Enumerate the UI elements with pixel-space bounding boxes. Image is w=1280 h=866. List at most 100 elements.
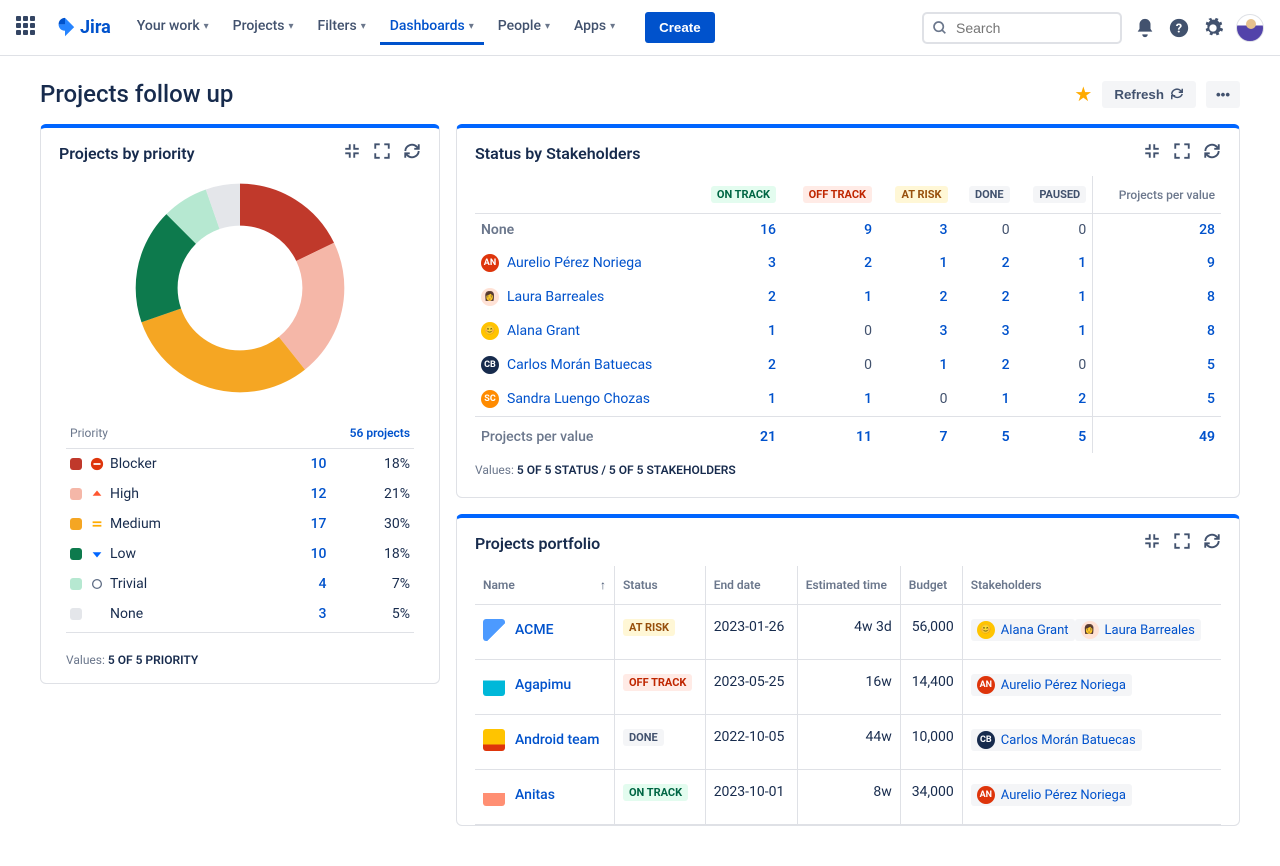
status-value[interactable]: 9 — [782, 214, 878, 247]
nav-item-apps[interactable]: Apps▾ — [564, 10, 625, 45]
project-name[interactable]: Agapimu — [515, 677, 571, 693]
status-value[interactable]: 1 — [1016, 280, 1093, 314]
project-icon — [483, 619, 505, 641]
priority-pct: 7% — [331, 569, 414, 599]
status-value[interactable]: 1 — [878, 348, 953, 382]
status-value[interactable]: 1 — [878, 246, 953, 280]
row-total[interactable]: 8 — [1093, 280, 1221, 314]
priority-count[interactable]: 10 — [272, 449, 331, 480]
status-value[interactable]: 16 — [691, 214, 782, 247]
status-col: ON TRACK — [691, 176, 782, 214]
status-value[interactable]: 3 — [691, 246, 782, 280]
notifications-icon[interactable] — [1134, 17, 1156, 39]
jira-logo[interactable]: Jira — [54, 17, 111, 39]
priority-count[interactable]: 3 — [272, 599, 331, 633]
portfolio-col[interactable]: Estimated time — [797, 566, 900, 605]
status-value[interactable]: 2 — [782, 246, 878, 280]
priority-swatch — [70, 518, 82, 530]
col-count[interactable]: 56 projects — [272, 416, 414, 449]
priority-row: Blocker 10 18% — [66, 449, 414, 480]
project-name[interactable]: Android team — [515, 732, 599, 748]
status-value[interactable]: 1 — [691, 382, 782, 417]
widget-stakeholders-title: Status by Stakeholders — [475, 144, 640, 163]
minimize-icon[interactable] — [1143, 142, 1161, 164]
stakeholders-cell: 😊Alana Grant👩Laura Barreales — [962, 605, 1221, 660]
top-nav: Jira Your work▾Projects▾Filters▾Dashboar… — [0, 0, 1280, 56]
stakeholder-chip[interactable]: 👩Laura Barreales — [1075, 619, 1201, 641]
status-value[interactable]: 2 — [691, 348, 782, 382]
project-name[interactable]: Anitas — [515, 787, 555, 803]
nav-item-your-work[interactable]: Your work▾ — [127, 10, 219, 45]
priority-pct: 30% — [331, 509, 414, 539]
project-icon — [483, 729, 505, 751]
stakeholder-chip[interactable]: ANAurelio Pérez Noriega — [971, 674, 1132, 696]
refresh-widget-icon[interactable] — [403, 142, 421, 164]
portfolio-col[interactable]: Budget — [900, 566, 962, 605]
avatar: 😊 — [977, 621, 995, 639]
row-total[interactable]: 8 — [1093, 314, 1221, 348]
maximize-icon[interactable] — [1173, 532, 1191, 554]
widget-portfolio: Projects portfolio Name↑StatusEnd dateEs… — [456, 514, 1240, 826]
stakeholder-chip[interactable]: 😊Alana Grant — [971, 619, 1075, 641]
status-value[interactable]: 3 — [954, 314, 1016, 348]
refresh-widget-icon[interactable] — [1203, 142, 1221, 164]
status-value[interactable]: 2 — [691, 280, 782, 314]
row-total[interactable]: 5 — [1093, 382, 1221, 417]
portfolio-col[interactable]: End date — [705, 566, 797, 605]
portfolio-col[interactable]: Name↑ — [475, 566, 614, 605]
maximize-icon[interactable] — [373, 142, 391, 164]
stakeholder-row: ANAurelio Pérez Noriega321219 — [475, 246, 1221, 280]
status-value[interactable]: 2 — [1016, 382, 1093, 417]
avatar: CB — [481, 356, 499, 374]
nav-item-dashboards[interactable]: Dashboards▾ — [380, 10, 484, 45]
stakeholder-chip[interactable]: CBCarlos Morán Batuecas — [971, 729, 1142, 751]
priority-count[interactable]: 4 — [272, 569, 331, 599]
nav-item-projects[interactable]: Projects▾ — [223, 10, 304, 45]
more-button[interactable]: ••• — [1206, 81, 1240, 108]
nav-item-people[interactable]: People▾ — [488, 10, 560, 45]
refresh-widget-icon[interactable] — [1203, 532, 1221, 554]
estimated-time: 44w — [797, 715, 900, 770]
portfolio-col[interactable]: Stakeholders — [962, 566, 1221, 605]
status-value[interactable]: 1 — [954, 382, 1016, 417]
widget-portfolio-header: Projects portfolio — [457, 518, 1239, 562]
status-value[interactable]: 3 — [878, 214, 953, 247]
status-value[interactable]: 2 — [954, 280, 1016, 314]
portfolio-col[interactable]: Status — [614, 566, 705, 605]
star-icon[interactable]: ★ — [1074, 82, 1092, 106]
status-value[interactable]: 2 — [954, 246, 1016, 280]
status-value[interactable]: 1 — [782, 382, 878, 417]
priority-count[interactable]: 17 — [272, 509, 331, 539]
status-value[interactable]: 1 — [1016, 314, 1093, 348]
priority-count[interactable]: 12 — [272, 479, 331, 509]
project-name[interactable]: ACME — [515, 622, 553, 638]
app-switcher-icon[interactable] — [16, 16, 40, 40]
create-button[interactable]: Create — [645, 12, 715, 43]
status-col: AT RISK — [878, 176, 953, 214]
priority-count[interactable]: 10 — [272, 539, 331, 569]
row-total[interactable]: 28 — [1093, 214, 1221, 247]
maximize-icon[interactable] — [1173, 142, 1191, 164]
row-total[interactable]: 9 — [1093, 246, 1221, 280]
stakeholder-chip[interactable]: ANAurelio Pérez Noriega — [971, 784, 1132, 806]
refresh-button[interactable]: Refresh — [1102, 81, 1196, 108]
budget: 14,400 — [900, 660, 962, 715]
nav-item-filters[interactable]: Filters▾ — [308, 10, 376, 45]
priority-row: None 3 5% — [66, 599, 414, 633]
minimize-icon[interactable] — [343, 142, 361, 164]
status-value[interactable]: 1 — [691, 314, 782, 348]
status-value[interactable]: 1 — [1016, 246, 1093, 280]
status-value: 0 — [878, 382, 953, 417]
status-value[interactable]: 2 — [954, 348, 1016, 382]
settings-icon[interactable] — [1202, 17, 1224, 39]
status-value[interactable]: 1 — [782, 280, 878, 314]
status-value[interactable]: 3 — [878, 314, 953, 348]
status-value[interactable]: 2 — [878, 280, 953, 314]
row-total[interactable]: 5 — [1093, 348, 1221, 382]
search-input[interactable] — [922, 12, 1122, 44]
profile-avatar[interactable] — [1236, 14, 1264, 42]
minimize-icon[interactable] — [1143, 532, 1161, 554]
status-value: 0 — [1016, 214, 1093, 247]
status-value: 0 — [954, 214, 1016, 247]
help-icon[interactable]: ? — [1168, 17, 1190, 39]
